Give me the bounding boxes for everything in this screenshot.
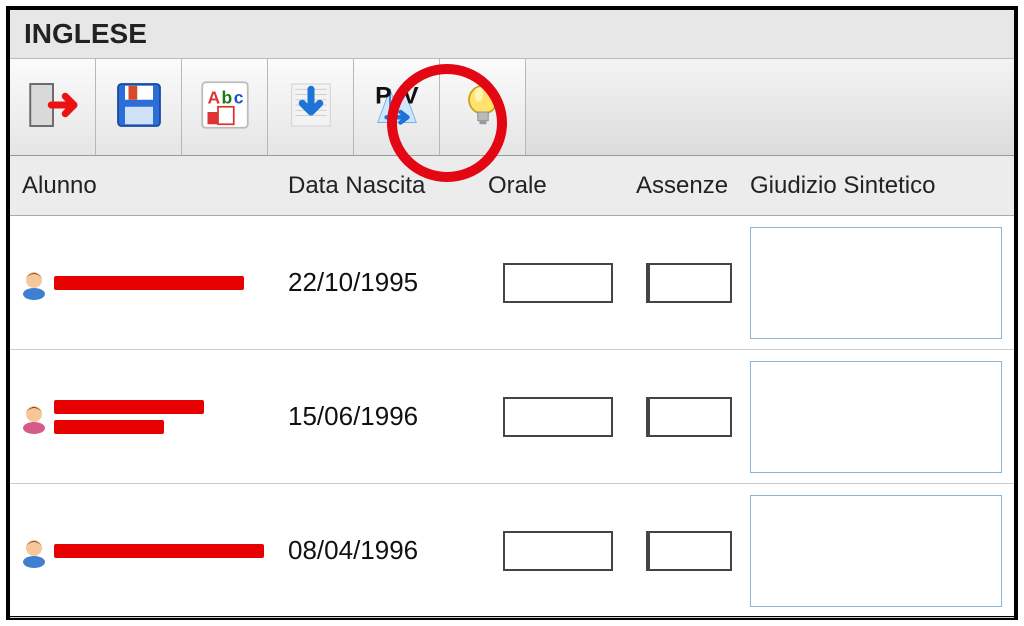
- cell-dob: 08/04/1996: [280, 535, 480, 566]
- cell-orale: [480, 531, 628, 571]
- cell-assenze: [628, 397, 742, 437]
- cell-assenze: [628, 263, 742, 303]
- table-row: 08/04/1996: [10, 484, 1014, 618]
- save-icon: [111, 77, 167, 138]
- student-name-redacted: [54, 276, 244, 290]
- avatar-male-icon: [20, 266, 48, 300]
- giudizio-textarea[interactable]: [750, 495, 1002, 607]
- table-row: 15/06/1996: [10, 350, 1014, 484]
- cell-assenze: [628, 531, 742, 571]
- hint-button[interactable]: [440, 59, 526, 155]
- table-header: Alunno Data Nascita Orale Assenze Giudiz…: [10, 156, 1014, 216]
- abc-button[interactable]: A b c: [182, 59, 268, 155]
- avatar-male-icon: [20, 534, 48, 568]
- app-frame: INGLESE: [6, 6, 1018, 620]
- svg-text:c: c: [233, 87, 243, 107]
- cell-alunno[interactable]: [10, 400, 280, 434]
- download-button[interactable]: [268, 59, 354, 155]
- student-name-redacted: [54, 544, 264, 558]
- giudizio-textarea[interactable]: [750, 227, 1002, 339]
- assenze-input[interactable]: [646, 531, 732, 571]
- cell-giudizio: [742, 485, 1014, 617]
- toolbar-group-left: A b c: [10, 59, 268, 155]
- cell-dob: 15/06/1996: [280, 401, 480, 432]
- proposal-to-vote-button[interactable]: P V: [354, 59, 440, 155]
- orale-input[interactable]: [503, 531, 613, 571]
- lightbulb-icon: [455, 77, 511, 138]
- exit-icon: [25, 77, 81, 138]
- student-name-redacted: [54, 400, 204, 434]
- cell-orale: [480, 397, 628, 437]
- pv-icon: P V: [369, 77, 425, 138]
- exit-button[interactable]: [10, 59, 96, 155]
- svg-text:P: P: [375, 82, 391, 109]
- cell-orale: [480, 263, 628, 303]
- col-header-data[interactable]: Data Nascita: [280, 172, 480, 200]
- download-icon: [283, 77, 339, 138]
- orale-input[interactable]: [503, 397, 613, 437]
- cell-dob: 22/10/1995: [280, 267, 480, 298]
- cell-giudizio: [742, 217, 1014, 349]
- toolbar-group-mid: P V: [268, 59, 526, 155]
- cell-alunno[interactable]: [10, 266, 280, 300]
- assenze-input[interactable]: [646, 397, 732, 437]
- toolbar: A b c: [10, 58, 1014, 156]
- col-header-orale[interactable]: Orale: [480, 172, 628, 200]
- save-button[interactable]: [96, 59, 182, 155]
- giudizio-textarea[interactable]: [750, 361, 1002, 473]
- avatar-female-icon: [20, 400, 48, 434]
- col-header-giudizio[interactable]: Giudizio Sintetico: [742, 172, 1014, 200]
- table-body: 22/10/1995 15/06/1996 08/04/1996: [10, 216, 1014, 618]
- svg-text:A: A: [207, 87, 220, 107]
- assenze-input[interactable]: [646, 263, 732, 303]
- col-header-assenze[interactable]: Assenze: [628, 172, 742, 200]
- abc-icon: A b c: [197, 77, 253, 138]
- svg-text:b: b: [221, 87, 232, 107]
- cell-giudizio: [742, 351, 1014, 483]
- table-row: 22/10/1995: [10, 216, 1014, 350]
- svg-text:V: V: [402, 82, 419, 109]
- col-header-alunno[interactable]: Alunno: [10, 172, 280, 200]
- toolbar-spacer: [526, 59, 1014, 155]
- orale-input[interactable]: [503, 263, 613, 303]
- cell-alunno[interactable]: [10, 534, 280, 568]
- window-title: INGLESE: [10, 10, 1014, 58]
